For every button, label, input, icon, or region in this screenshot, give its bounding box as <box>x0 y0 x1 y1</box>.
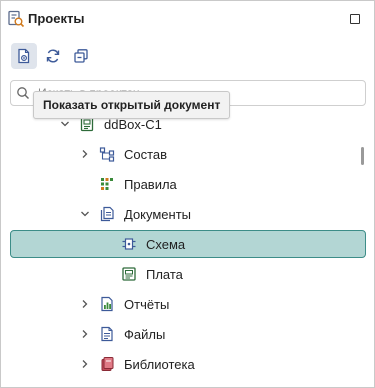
rules-icon <box>101 178 113 190</box>
tree-item-label: Библиотека <box>124 356 195 372</box>
collapse-all-icon <box>74 49 88 63</box>
search-icon <box>17 87 29 99</box>
collapse-all-button[interactable] <box>68 43 94 69</box>
tree-item-label: Правила <box>124 176 177 192</box>
selection-highlight <box>10 230 366 258</box>
tree-item-label: Плата <box>146 266 183 282</box>
chevron-down-icon[interactable] <box>59 118 71 130</box>
tree-item-skhema[interactable]: Схема <box>101 229 185 259</box>
tree-item-faily[interactable]: Файлы <box>79 319 165 349</box>
chevron-down-icon[interactable] <box>79 208 91 220</box>
schematic-icon <box>122 238 136 250</box>
tree-item-label: Схема <box>146 236 186 252</box>
panel-header: Проекты <box>1 1 374 37</box>
chevron-right-icon[interactable] <box>79 328 91 340</box>
structure-icon <box>99 147 115 162</box>
maximize-icon[interactable] <box>350 14 360 24</box>
tree-item-label: Документы <box>124 206 192 222</box>
tree-item-otchety[interactable]: Отчёты <box>79 289 169 319</box>
chevron-right-icon[interactable] <box>79 148 91 160</box>
tree-item-dokumenty[interactable]: Документы <box>79 199 191 229</box>
refresh-icon <box>46 49 60 63</box>
project-tree: ddBox-C1 Состав Правила Документы Схема … <box>1 109 374 387</box>
files-icon <box>101 326 113 342</box>
panel-toolbar <box>1 43 374 71</box>
tree-item-label: Состав <box>124 146 168 162</box>
panel-title: Проекты <box>28 11 85 26</box>
tree-item-label: Файлы <box>124 326 166 342</box>
refresh-button[interactable] <box>40 43 66 69</box>
show-open-document-button[interactable] <box>11 43 37 69</box>
documents-icon <box>100 206 114 222</box>
show-open-document-icon <box>18 48 30 64</box>
chevron-right-icon[interactable] <box>79 358 91 370</box>
library-icon <box>101 357 114 371</box>
scrollbar-thumb[interactable] <box>361 147 364 165</box>
tree-item-biblioteka[interactable]: Библиотека <box>79 349 195 379</box>
reports-icon <box>101 296 113 312</box>
tree-item-label: Отчёты <box>124 296 170 312</box>
tree-item-pravila[interactable]: Правила <box>79 169 177 199</box>
tree-item-plata[interactable]: Плата <box>101 259 183 289</box>
tooltip: Показать открытый документ <box>33 91 231 119</box>
projects-panel: Проекты Искать в проектах ddBox-C1 Соста… <box>0 0 375 388</box>
chevron-right-icon[interactable] <box>79 298 91 310</box>
pcb-icon <box>122 267 136 281</box>
tree-item-sostav[interactable]: Состав <box>79 139 167 169</box>
projects-icon <box>8 10 25 28</box>
